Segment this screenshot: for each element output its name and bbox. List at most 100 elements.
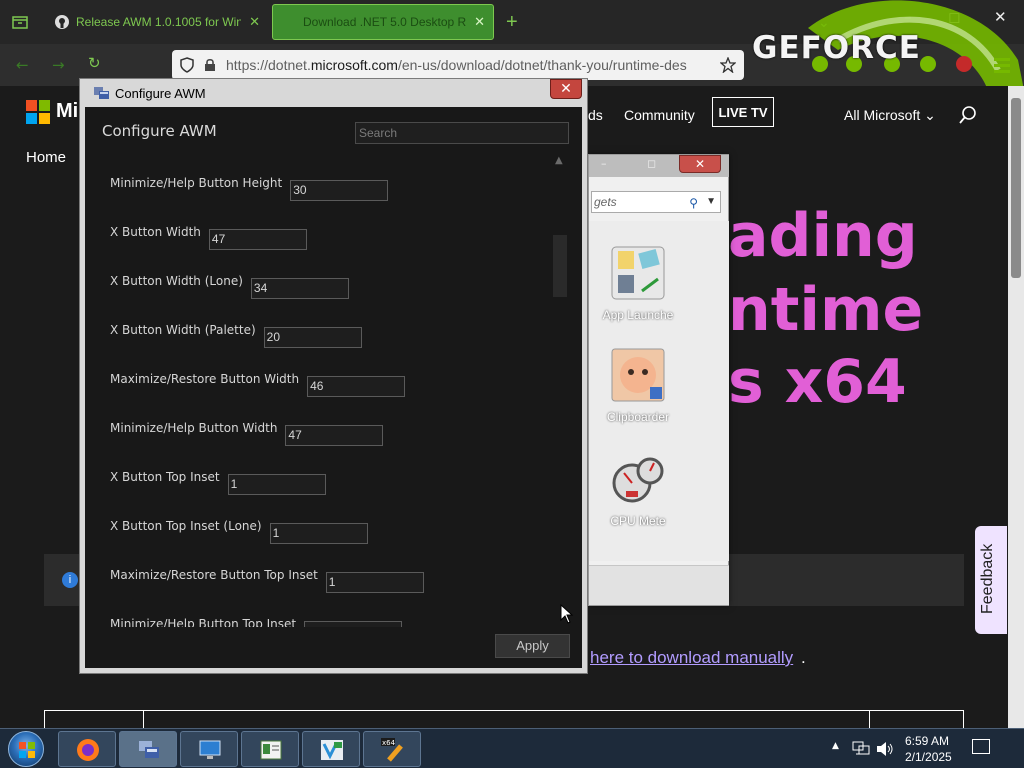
dialog-content: Configure AWM Search Minimize/Help Butto…	[85, 107, 582, 668]
tab-close-icon[interactable]: ✕	[474, 14, 485, 30]
logo-blue-square	[26, 113, 37, 124]
feedback-button[interactable]: Feedback	[975, 526, 1007, 634]
microsoft-wordmark[interactable]: Mi	[56, 100, 78, 123]
gadgets-minimize-icon[interactable]: –	[601, 157, 607, 170]
nav-downloads[interactable]: ds	[588, 107, 603, 123]
taskbar-notepad-button[interactable]	[241, 731, 299, 767]
setting-input[interactable]: 1	[325, 572, 424, 593]
settings-scrollbar-thumb[interactable]	[553, 235, 567, 297]
shield-icon[interactable]	[180, 57, 194, 73]
forward-arrow-icon[interactable]: →	[52, 56, 65, 74]
setting-input[interactable]	[304, 621, 403, 627]
hero-heading-line-2: ntime	[728, 275, 924, 345]
taskbar-visual-studio-button[interactable]	[302, 731, 360, 767]
gadgets-maximize-icon[interactable]: ◻	[647, 157, 656, 170]
taskbar-firefox-button[interactable]	[58, 731, 116, 767]
nav-community[interactable]: Community	[624, 107, 695, 123]
breadcrumb-home[interactable]: Home	[26, 149, 66, 166]
mouse-cursor-icon	[560, 604, 574, 624]
microsoft-logo-icon[interactable]	[26, 100, 50, 124]
gadget-clipboarder[interactable]: Clipboarder	[593, 347, 683, 424]
action-center-icon[interactable]	[972, 739, 990, 754]
url-host: microsoft.com	[310, 57, 398, 73]
search-placeholder: Search	[359, 126, 398, 140]
lock-icon[interactable]	[204, 58, 216, 72]
page-bottom-panel	[44, 710, 964, 731]
setting-input[interactable]: 34	[250, 278, 349, 299]
dialog-titlebar[interactable]: Configure AWM ✕	[80, 79, 587, 107]
dialog-close-button[interactable]: ✕	[550, 79, 582, 99]
gadget-label: Clipboarder	[606, 410, 670, 424]
gadgets-search-field[interactable]: gets ⚲ ▼	[591, 191, 721, 213]
setting-row: Minimize/Help Button Width 47	[110, 421, 384, 446]
live-tv-button[interactable]: LIVE TV	[712, 97, 774, 127]
gadgets-titlebar[interactable]: – ◻ ✕	[589, 155, 729, 177]
page-scrollbar-thumb[interactable]	[1011, 98, 1021, 278]
settings-list[interactable]: Minimize/Help Button Height 30 X Button …	[85, 153, 548, 627]
dropdown-arrow-icon[interactable]: ▼	[706, 192, 716, 212]
gadget-app-launcher[interactable]: App Launche	[593, 245, 683, 322]
taskbar-x64-tool-button[interactable]: x64	[363, 731, 421, 767]
tab-awm-release[interactable]: Release AWM 1.0.1005 for Wind ✕	[46, 4, 268, 40]
setting-input[interactable]: 30	[290, 180, 389, 201]
setting-input[interactable]: 1	[227, 474, 326, 495]
search-icon[interactable]	[959, 106, 977, 124]
setting-label: X Button Top Inset (Lone)	[110, 519, 262, 533]
back-arrow-icon[interactable]: ←	[16, 56, 29, 74]
setting-row: X Button Width (Palette) 20	[110, 323, 362, 348]
clock-date: 2/1/2025	[905, 750, 952, 764]
apply-button[interactable]: Apply	[495, 634, 570, 658]
all-microsoft-menu[interactable]: All Microsoft ⌄	[844, 107, 936, 124]
setting-input[interactable]: 20	[263, 327, 362, 348]
visual-studio-icon	[321, 740, 343, 760]
gadget-label: CPU Mete	[610, 514, 666, 528]
setting-input[interactable]: 47	[208, 229, 307, 250]
clock-time: 6:59 AM	[905, 734, 950, 748]
setting-label: X Button Width	[110, 225, 201, 239]
setting-input[interactable]: 46	[307, 376, 406, 397]
geforce-overlay-logo: GEFORCE	[748, 0, 1024, 90]
show-hidden-icons-arrow[interactable]: ▲	[832, 741, 839, 751]
search-icon[interactable]: ⚲	[689, 193, 698, 213]
new-tab-button[interactable]: +	[506, 4, 518, 40]
taskbar-awm-settings-button[interactable]	[119, 731, 177, 767]
setting-input[interactable]: 1	[269, 523, 368, 544]
scroll-up-arrow-icon[interactable]: ▲	[555, 155, 563, 166]
taskbar-clock[interactable]: 6:59 AM 2/1/2025	[905, 733, 952, 765]
address-bar[interactable]: https://dotnet. microsoft.com/en-us/downl…	[172, 50, 744, 80]
volume-icon[interactable]	[876, 741, 894, 757]
setting-label: Minimize/Help Button Height	[110, 176, 283, 190]
svg-text:x64: x64	[382, 739, 396, 747]
setting-label: Maximize/Restore Button Width	[110, 372, 300, 386]
manual-download-link[interactable]: here to download manually	[590, 648, 793, 668]
setting-label: X Button Width (Lone)	[110, 274, 243, 288]
setting-label: Minimize/Help Button Width	[110, 421, 278, 435]
configure-awm-dialog[interactable]: Configure AWM ✕ Configure AWM Search Min…	[79, 78, 588, 674]
start-button[interactable]	[8, 731, 44, 767]
reload-icon[interactable]: ↻	[88, 54, 101, 72]
setting-input[interactable]: 47	[285, 425, 384, 446]
tab-dotnet-download[interactable]: Download .NET 5.0 Desktop Ru ✕	[272, 4, 494, 40]
gadget-cpu-meter[interactable]: CPU Mete	[593, 451, 683, 528]
settings-search-input[interactable]: Search	[355, 122, 569, 144]
dialog-title: Configure AWM	[115, 86, 206, 101]
taskbar-remote-desktop-button[interactable]	[180, 731, 238, 767]
setting-row: X Button Width (Lone) 34	[110, 274, 349, 299]
tab-overview-icon[interactable]	[12, 4, 28, 40]
setting-row: X Button Top Inset (Lone) 1	[110, 519, 368, 544]
windows-logo-icon	[19, 742, 35, 758]
setting-row: Maximize/Restore Button Top Inset 1	[110, 568, 424, 593]
bookmark-star-icon[interactable]	[720, 57, 736, 73]
awm-settings-icon	[139, 741, 159, 758]
windows-taskbar: x64 ▲ 6:59 AM 2/1/2025	[0, 728, 1024, 768]
page-scrollbar[interactable]	[1008, 86, 1024, 728]
network-icon[interactable]	[852, 741, 870, 757]
x64-tool-icon: x64	[381, 738, 403, 762]
gadgets-window[interactable]: – ◻ ✕ gets ⚲ ▼ App Launche Clipboarder C…	[588, 154, 729, 606]
settings-scrollbar[interactable]: ▲	[551, 153, 569, 627]
setting-row: X Button Width 47	[110, 225, 307, 250]
gadgets-close-button[interactable]: ✕	[679, 155, 721, 173]
feedback-label: Feedback	[979, 543, 996, 614]
gadgets-search-placeholder: gets	[594, 195, 617, 209]
tab-close-icon[interactable]: ✕	[249, 14, 260, 30]
